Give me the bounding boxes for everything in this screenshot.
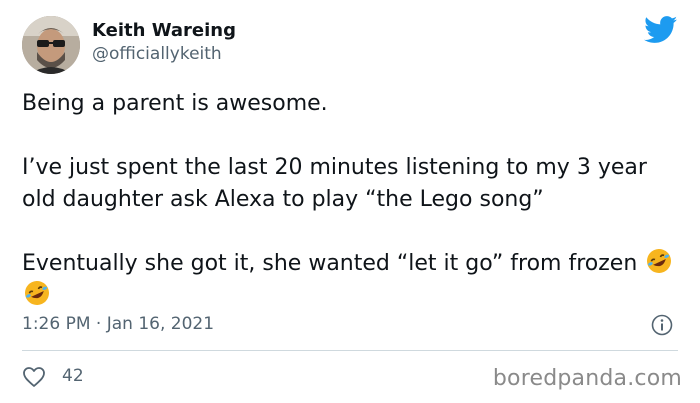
- heart-icon[interactable]: [22, 366, 46, 388]
- twitter-bird-icon[interactable]: [644, 16, 678, 44]
- tweet-card: Keith Wareing @officiallykeith Being a p…: [0, 0, 700, 403]
- tweet-paragraph: Eventually she got it, she wanted “let i…: [22, 248, 682, 312]
- like-count: 42: [62, 366, 84, 386]
- tweet-timestamp[interactable]: 1:26 PM · Jan 16, 2021: [22, 314, 214, 334]
- info-icon[interactable]: [651, 314, 673, 336]
- tweet-paragraph: Being a parent is awesome.: [22, 91, 328, 116]
- tweet-paragraph-text: Eventually she got it, she wanted “let i…: [22, 251, 638, 276]
- divider: [22, 350, 678, 351]
- laughing-emoji-icon: [647, 249, 672, 273]
- tweet-paragraph: I’ve just spent the last 20 minutes list…: [22, 155, 647, 212]
- author-handle[interactable]: @officiallykeith: [92, 44, 222, 64]
- laughing-emoji-icon: [25, 281, 49, 305]
- watermark: boredpanda.com: [492, 366, 682, 391]
- avatar[interactable]: [22, 16, 80, 74]
- author-name[interactable]: Keith Wareing: [92, 20, 236, 41]
- avatar-image: [22, 16, 80, 74]
- tweet-body: Being a parent is awesome. I’ve just spe…: [22, 88, 682, 312]
